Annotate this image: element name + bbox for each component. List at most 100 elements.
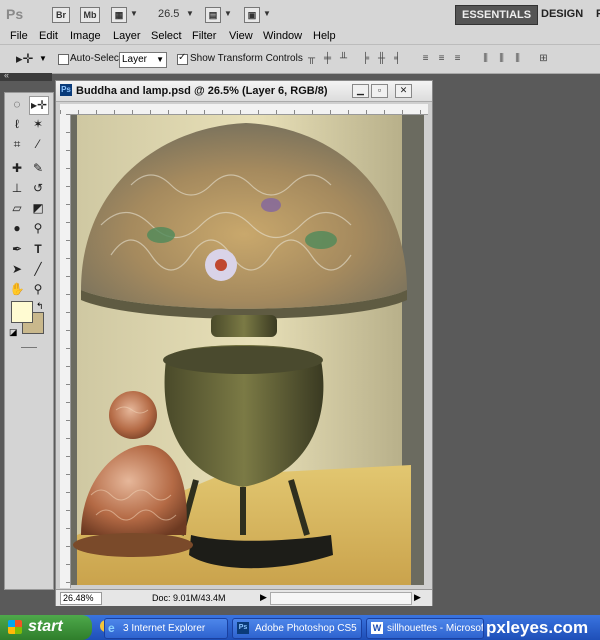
document-status-bar: 26.48% Doc: 9.01M/43.4M ▶ ▶ xyxy=(56,589,432,606)
tools-panel-grip[interactable]: « xyxy=(0,70,52,81)
workspace-design-button[interactable]: DESIGN xyxy=(535,5,589,23)
align-top-icon[interactable]: ╥ xyxy=(306,54,317,65)
taskbar-item-label: 3 Internet Explorer xyxy=(123,623,206,634)
show-transform-label: Show Transform Controls xyxy=(190,53,303,64)
path-selection-tool-icon[interactable]: ➤ xyxy=(8,261,26,278)
screen-mode-caret-icon[interactable]: ▼ xyxy=(263,9,271,18)
auto-select-label: Auto-Select: xyxy=(70,53,125,64)
menu-image[interactable]: Image xyxy=(70,29,101,44)
distribute-top-icon[interactable]: ≡ xyxy=(420,54,431,65)
show-transform-checkbox[interactable] xyxy=(177,52,188,65)
start-label: start xyxy=(28,618,63,635)
auto-select-checkbox[interactable] xyxy=(58,54,69,65)
distribute-left-icon[interactable]: ⫼ xyxy=(480,54,491,65)
align-hcenter-icon[interactable]: ╫ xyxy=(376,54,387,65)
workspace-essentials-button[interactable]: ESSENTIALS xyxy=(455,5,539,25)
maximize-button[interactable]: ▫ xyxy=(371,84,388,98)
type-tool-icon[interactable]: T xyxy=(29,241,47,258)
foreground-color-swatch[interactable] xyxy=(11,301,33,323)
crop-tool-icon[interactable]: ⌗ xyxy=(8,136,26,153)
taskbar-item-label: sillhouettes - Microsof... xyxy=(387,623,484,634)
tools-panel: ◌ ▸✛ ℓ ✶ ⌗ ⁄ ✚ ✎ ⊥ ↺ ▱ ◩ ● ⚲ ✒ T ➤ ╱ ✋ ⚲… xyxy=(4,92,54,590)
brush-tool-icon[interactable]: ✎ xyxy=(29,160,47,177)
eyedropper-tool-icon[interactable]: ⁄ xyxy=(29,136,47,153)
swap-colors-icon[interactable]: ↰ xyxy=(36,301,44,312)
distribute-bottom-icon[interactable]: ≡ xyxy=(452,54,463,65)
align-left-icon[interactable]: ╞ xyxy=(360,54,371,65)
zoom-caret-icon[interactable]: ▼ xyxy=(186,9,194,18)
distribute-right-icon[interactable]: ⫼ xyxy=(512,54,523,65)
ie-icon: e xyxy=(108,621,115,635)
healing-brush-tool-icon[interactable]: ✚ xyxy=(8,160,26,177)
horizontal-scrollbar[interactable] xyxy=(270,592,412,605)
zoom-tool-icon[interactable]: ⚲ xyxy=(29,281,47,298)
eraser-tool-icon[interactable]: ▱ xyxy=(8,200,26,217)
quick-mask-divider xyxy=(21,347,37,348)
menu-file[interactable]: File xyxy=(10,29,28,44)
paint-bucket-tool-icon[interactable]: ◩ xyxy=(29,200,47,217)
view-extras-caret-icon[interactable]: ▼ xyxy=(130,9,138,18)
document-canvas[interactable] xyxy=(71,115,424,585)
word-icon: W xyxy=(371,622,383,634)
scroll-right-arrow-icon[interactable]: ▶ xyxy=(414,592,421,603)
status-menu-arrow-icon[interactable]: ▶ xyxy=(260,592,267,603)
menu-bar: File Edit Image Layer Select Filter View… xyxy=(0,29,600,44)
menu-window[interactable]: Window xyxy=(263,29,302,44)
ps-icon: Ps xyxy=(237,622,249,634)
mini-bridge-button[interactable]: Mb xyxy=(80,7,100,23)
menu-select[interactable]: Select xyxy=(151,29,182,44)
menu-filter[interactable]: Filter xyxy=(192,29,216,44)
arrange-documents-button[interactable]: ▤ xyxy=(205,7,221,23)
close-button[interactable]: ✕ xyxy=(395,84,412,98)
collapse-panel-icon[interactable]: « xyxy=(4,70,9,80)
zoom-status-field[interactable]: 26.48% xyxy=(60,592,102,605)
document-titlebar[interactable]: Ps Buddha and lamp.psd @ 26.5% (Layer 6,… xyxy=(56,81,432,102)
auto-align-icon[interactable]: ⊞ xyxy=(538,54,549,65)
taskbar-item-internet-explorer[interactable]: e 3 Internet Explorer xyxy=(104,618,228,639)
document-title: Buddha and lamp.psd @ 26.5% (Layer 6, RG… xyxy=(76,85,328,97)
magic-wand-tool-icon[interactable]: ✶ xyxy=(29,116,47,133)
minimize-button[interactable]: ▁ xyxy=(352,84,369,98)
distribute-vcenter-icon[interactable]: ≡ xyxy=(436,54,447,65)
dodge-tool-icon[interactable]: ⚲ xyxy=(29,220,47,237)
horizontal-ruler[interactable] xyxy=(60,104,428,115)
move-tool-icon[interactable]: ▸✛ xyxy=(29,96,49,115)
line-tool-icon[interactable]: ╱ xyxy=(29,261,47,278)
workspace-more-button[interactable]: P xyxy=(590,5,600,23)
menu-help[interactable]: Help xyxy=(313,29,336,44)
marquee-tool-icon[interactable]: ◌ xyxy=(8,96,26,113)
clone-stamp-tool-icon[interactable]: ⊥ xyxy=(8,180,26,197)
menu-layer[interactable]: Layer xyxy=(113,29,141,44)
blur-tool-icon[interactable]: ● xyxy=(8,220,26,237)
taskbar-item-word[interactable]: W sillhouettes - Microsof... xyxy=(366,618,484,639)
menu-view[interactable]: View xyxy=(229,29,253,44)
align-bottom-icon[interactable]: ╨ xyxy=(338,54,349,65)
hand-tool-icon[interactable]: ✋ xyxy=(8,281,26,298)
taskbar-item-photoshop[interactable]: Ps Adobe Photoshop CS5 xyxy=(232,618,362,639)
distribute-hcenter-icon[interactable]: ⫼ xyxy=(496,54,507,65)
menu-edit[interactable]: Edit xyxy=(39,29,58,44)
pxleyes-watermark: pxleyes.com xyxy=(486,618,589,637)
view-extras-button[interactable]: ▦ xyxy=(111,7,127,23)
bridge-button[interactable]: Br xyxy=(52,7,70,23)
pen-tool-icon[interactable]: ✒ xyxy=(8,241,26,258)
taskbar-item-label: Adobe Photoshop CS5 xyxy=(255,623,357,634)
history-brush-tool-icon[interactable]: ↺ xyxy=(29,180,47,197)
lasso-tool-icon[interactable]: ℓ xyxy=(8,116,26,133)
tool-preset-caret-icon[interactable]: ▼ xyxy=(39,54,47,63)
vertical-ruler[interactable] xyxy=(60,114,71,588)
dropdown-chevron-icon: ▼ xyxy=(156,55,164,64)
screen-mode-button[interactable]: ▣ xyxy=(244,7,260,23)
document-size-info: Doc: 9.01M/43.4M xyxy=(152,593,226,603)
move-tool-preset-icon[interactable]: ▸✛ xyxy=(16,51,33,67)
align-right-icon[interactable]: ╡ xyxy=(392,54,403,65)
start-button[interactable]: start xyxy=(0,615,92,640)
auto-select-dropdown[interactable]: Layer ▼ xyxy=(119,52,167,68)
ps-document-icon: Ps xyxy=(60,84,72,96)
zoom-level[interactable]: 26.5 xyxy=(158,8,179,20)
windows-taskbar: start e 3 Internet Explorer Ps Adobe Pho… xyxy=(0,615,600,640)
arrange-caret-icon[interactable]: ▼ xyxy=(224,9,232,18)
default-colors-icon[interactable]: ◪ xyxy=(9,327,18,338)
align-vcenter-icon[interactable]: ╪ xyxy=(322,54,333,65)
photoshop-logo: Ps xyxy=(6,6,24,22)
